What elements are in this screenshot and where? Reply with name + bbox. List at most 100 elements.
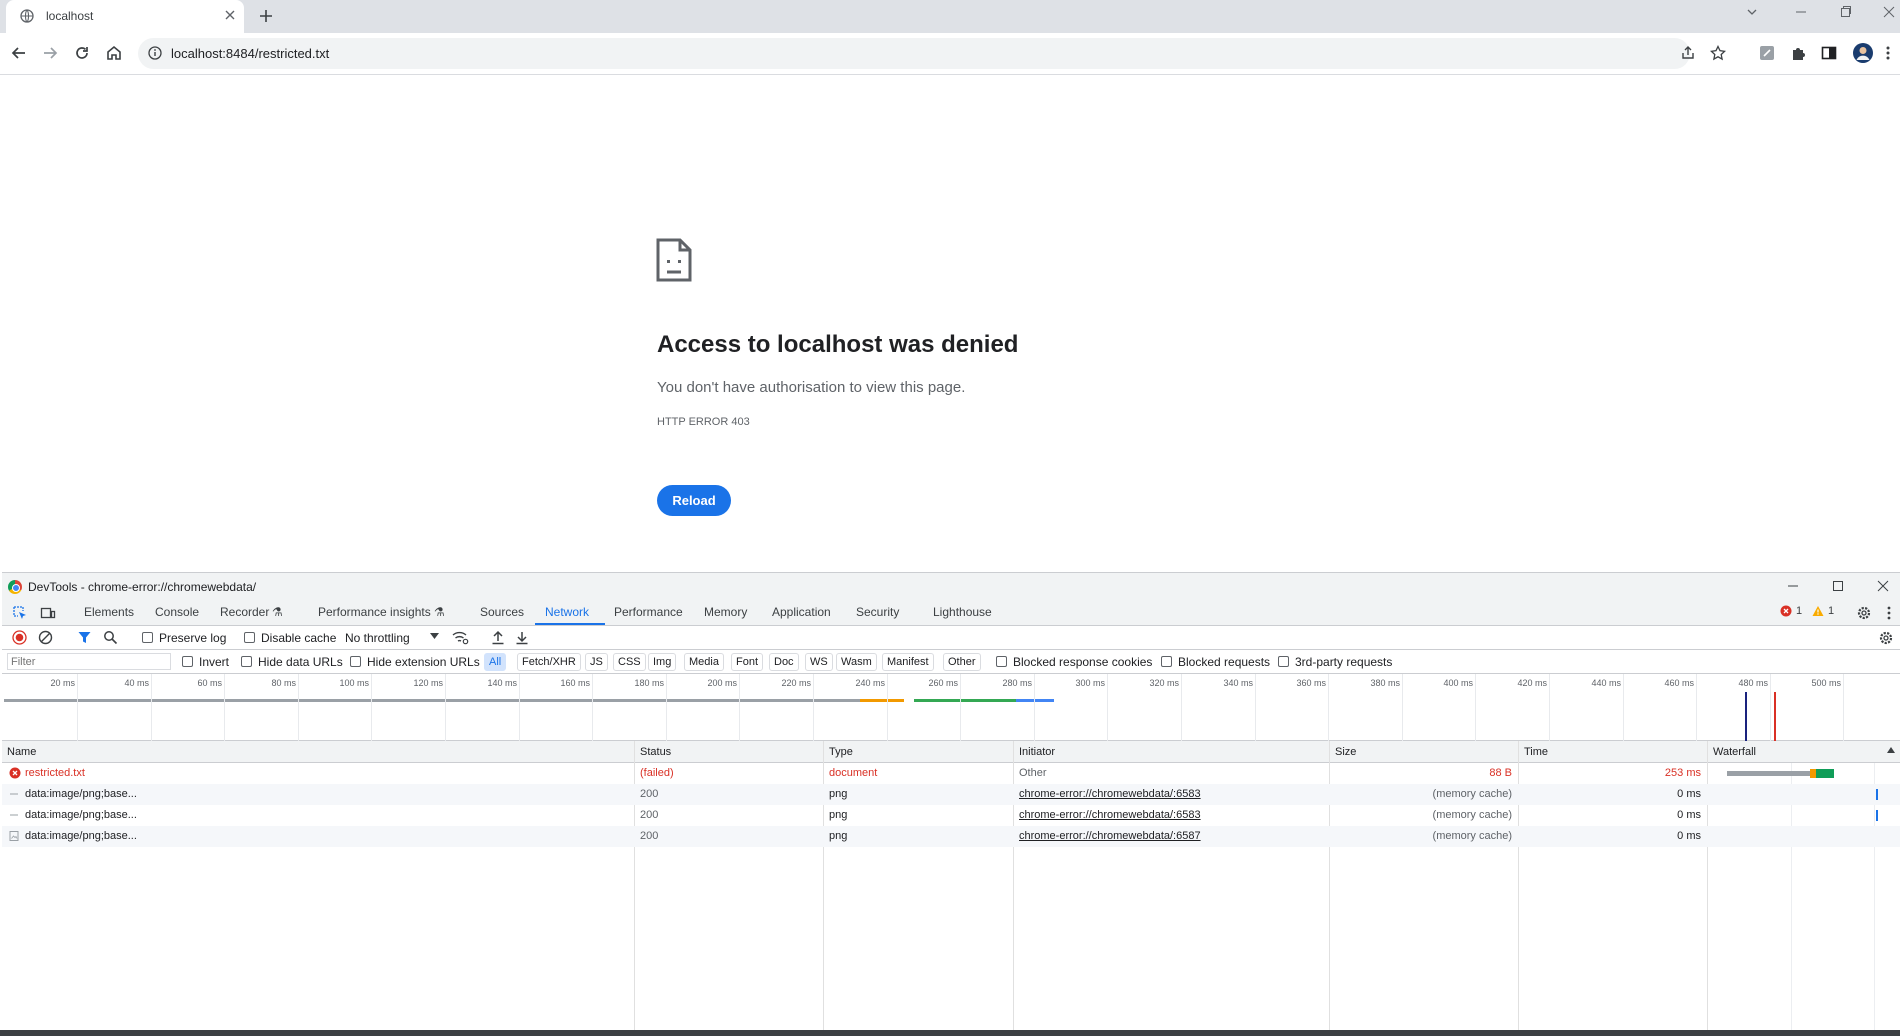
settings-gear-icon[interactable] xyxy=(1856,605,1872,621)
type-filter-ws[interactable]: WS xyxy=(805,653,833,671)
network-overview-timeline[interactable]: 20 ms 40 ms 60 ms 80 ms 100 ms 120 ms 140 ms 16… xyxy=(2,674,1900,741)
browser-tab[interactable]: localhost xyxy=(6,0,244,33)
request-initiator-link[interactable]: chrome-error://chromewebdata/:6583 xyxy=(1019,788,1201,800)
type-filter-doc[interactable]: Doc xyxy=(769,653,799,671)
tab-application[interactable]: Application xyxy=(772,605,831,619)
type-filter-js[interactable]: JS xyxy=(585,653,608,671)
blocked-cookies-checkbox[interactable] xyxy=(996,656,1007,667)
tab-recorder[interactable]: Recorder xyxy=(220,605,269,619)
disable-cache-checkbox[interactable] xyxy=(244,632,255,643)
address-bar[interactable]: localhost:8484/restricted.txt xyxy=(138,38,1726,69)
warning-triangle-icon[interactable] xyxy=(1812,605,1824,617)
side-panel-icon[interactable] xyxy=(1820,44,1838,62)
new-tab-icon[interactable] xyxy=(257,7,275,25)
restore-icon[interactable] xyxy=(1840,5,1852,19)
tab-title: localhost xyxy=(46,9,94,23)
column-header-name[interactable]: Name xyxy=(7,746,36,758)
inspect-element-icon[interactable] xyxy=(12,605,28,621)
share-icon[interactable] xyxy=(1680,45,1696,61)
site-info-icon[interactable] xyxy=(148,46,162,60)
menu-kebab-icon[interactable] xyxy=(1885,44,1891,62)
error-count[interactable]: 1 xyxy=(1796,605,1802,617)
type-filter-wasm[interactable]: Wasm xyxy=(836,653,877,671)
table-row[interactable]: data:image/png;base... 200 png chrome-er… xyxy=(2,784,1900,805)
request-name[interactable]: data:image/png;base... xyxy=(25,809,137,821)
blocked-requests-checkbox[interactable] xyxy=(1161,656,1172,667)
record-stop-icon[interactable] xyxy=(12,630,27,645)
hide-extension-urls-checkbox[interactable] xyxy=(350,656,361,667)
devtools-minimize-icon[interactable] xyxy=(1787,579,1799,593)
type-filter-media[interactable]: Media xyxy=(684,653,724,671)
column-header-waterfall[interactable]: Waterfall xyxy=(1713,746,1756,758)
column-header-initiator[interactable]: Initiator xyxy=(1019,746,1055,758)
devtools-close-icon[interactable] xyxy=(1877,579,1889,593)
preserve-log-checkbox[interactable] xyxy=(142,632,153,643)
type-filter-all[interactable]: All xyxy=(484,653,507,671)
clear-icon[interactable] xyxy=(38,630,53,645)
overview-tick-label: 360 ms xyxy=(1296,678,1326,688)
devtools-menu-kebab-icon[interactable] xyxy=(1886,605,1892,621)
type-filter-font[interactable]: Font xyxy=(731,653,764,671)
column-header-status[interactable]: Status xyxy=(640,746,671,758)
table-row[interactable]: data:image/png;base... 200 png chrome-er… xyxy=(2,826,1900,847)
type-filter-img[interactable]: Img xyxy=(648,653,677,671)
request-name[interactable]: restricted.txt xyxy=(25,767,85,779)
filter-funnel-icon[interactable] xyxy=(77,630,92,645)
export-har-download-icon[interactable] xyxy=(515,630,529,645)
sort-ascending-icon[interactable] xyxy=(1887,747,1895,753)
close-window-icon[interactable] xyxy=(1883,5,1895,19)
type-filter-other[interactable]: Other xyxy=(943,653,981,671)
request-initiator-link[interactable]: chrome-error://chromewebdata/:6587 xyxy=(1019,830,1201,842)
request-size: (memory cache) xyxy=(1432,830,1512,842)
type-filter-manifest[interactable]: Manifest xyxy=(882,653,934,671)
error-circle-icon[interactable] xyxy=(1780,605,1792,617)
tab-security[interactable]: Security xyxy=(856,605,899,619)
tab-performance[interactable]: Performance xyxy=(614,605,683,619)
tab-memory[interactable]: Memory xyxy=(704,605,747,619)
request-initiator-link[interactable]: chrome-error://chromewebdata/:6583 xyxy=(1019,809,1201,821)
warning-count[interactable]: 1 xyxy=(1828,605,1834,617)
third-party-checkbox[interactable] xyxy=(1278,656,1289,667)
reload-icon[interactable] xyxy=(73,44,91,62)
hide-data-urls-checkbox[interactable] xyxy=(241,656,252,667)
type-filter-css[interactable]: CSS xyxy=(613,653,646,671)
invert-checkbox[interactable] xyxy=(182,656,193,667)
column-header-time[interactable]: Time xyxy=(1524,746,1548,758)
close-tab-icon[interactable] xyxy=(224,9,236,21)
throttling-select[interactable]: No throttling xyxy=(345,631,410,645)
extension-icon[interactable] xyxy=(1758,44,1776,62)
forward-icon[interactable] xyxy=(41,44,59,62)
column-header-size[interactable]: Size xyxy=(1335,746,1356,758)
reload-button[interactable]: Reload xyxy=(657,485,731,516)
network-settings-gear-icon[interactable] xyxy=(1878,630,1894,646)
extensions-puzzle-icon[interactable] xyxy=(1790,44,1808,62)
table-row[interactable]: restricted.txt (failed) document Other 8… xyxy=(2,763,1900,784)
address-url[interactable]: localhost:8484/restricted.txt xyxy=(171,46,329,61)
minimize-icon[interactable] xyxy=(1795,5,1807,19)
bookmark-star-icon[interactable] xyxy=(1710,45,1726,61)
tab-network[interactable]: Network xyxy=(545,605,589,619)
type-filter-fetch-xhr[interactable]: Fetch/XHR xyxy=(517,653,581,671)
tab-search-icon[interactable] xyxy=(1745,5,1759,19)
tab-sources[interactable]: Sources xyxy=(480,605,524,619)
back-icon[interactable] xyxy=(10,44,28,62)
table-row[interactable]: data:image/png;base... 200 png chrome-er… xyxy=(2,805,1900,826)
request-name[interactable]: data:image/png;base... xyxy=(25,830,137,842)
tab-lighthouse[interactable]: Lighthouse xyxy=(933,605,992,619)
dropdown-triangle-icon[interactable] xyxy=(430,633,439,640)
network-conditions-wifi-icon[interactable] xyxy=(452,630,469,645)
home-icon[interactable] xyxy=(105,44,123,62)
filter-input[interactable] xyxy=(7,653,171,670)
profile-avatar[interactable] xyxy=(1852,42,1874,64)
devtools-maximize-icon[interactable] xyxy=(1832,579,1844,593)
request-status: 200 xyxy=(640,788,659,800)
tab-console[interactable]: Console xyxy=(155,605,199,619)
column-header-type[interactable]: Type xyxy=(829,746,853,758)
request-name[interactable]: data:image/png;base... xyxy=(25,788,137,800)
search-icon[interactable] xyxy=(103,630,118,645)
tab-elements[interactable]: Elements xyxy=(84,605,134,619)
tab-performance-insights[interactable]: Performance insights xyxy=(318,605,431,619)
device-toolbar-icon[interactable] xyxy=(40,605,56,621)
import-har-upload-icon[interactable] xyxy=(491,630,505,645)
flask-icon: ⚗ xyxy=(272,605,283,619)
